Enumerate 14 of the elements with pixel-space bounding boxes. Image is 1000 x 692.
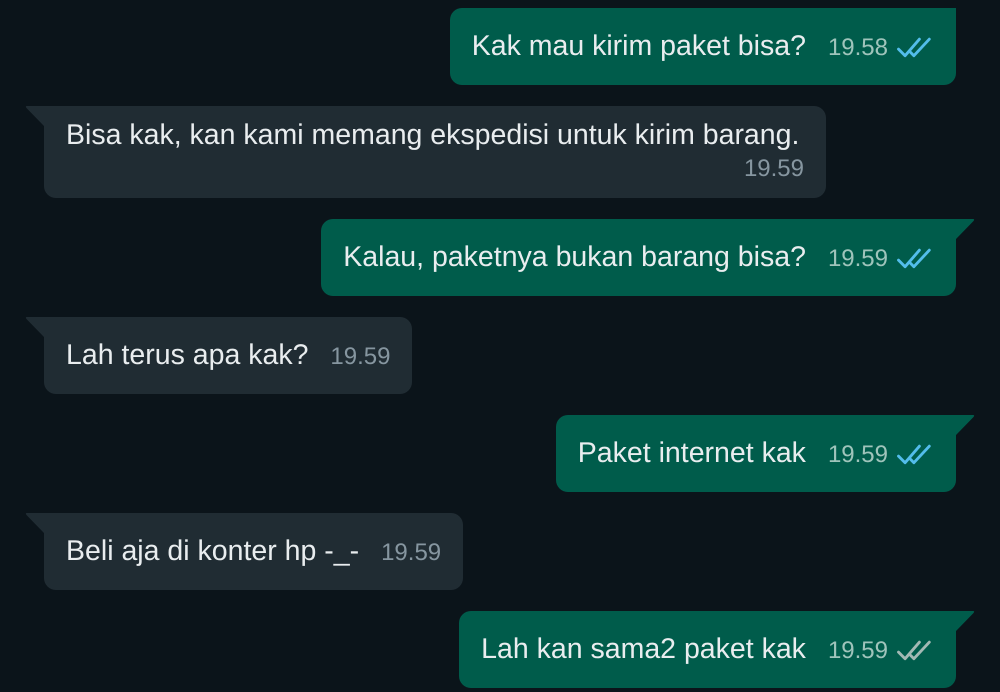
message-text: Kak mau kirim paket bisa? <box>472 28 806 62</box>
message-text: Lah terus apa kak? <box>66 338 308 372</box>
message-time: 19.59 <box>828 244 888 274</box>
message-text: Lah kan sama2 paket kak <box>481 632 806 666</box>
message-text: Kalau, paketnya bukan barang bisa? <box>343 240 806 274</box>
message-time: 19.59 <box>828 636 888 666</box>
message-time: 19.58 <box>828 32 888 62</box>
message-text: Paket internet kak <box>578 436 806 470</box>
message-time: 19.59 <box>744 154 804 184</box>
message-time: 19.59 <box>330 342 390 372</box>
message-time: 19.59 <box>381 538 442 568</box>
message-text: Bisa kak, kan kami memang ekspedisi untuk kirim barang. <box>66 118 800 152</box>
message-text: Beli aja di konter hp -_- <box>66 534 360 568</box>
message-time: 19.59 <box>828 440 888 470</box>
